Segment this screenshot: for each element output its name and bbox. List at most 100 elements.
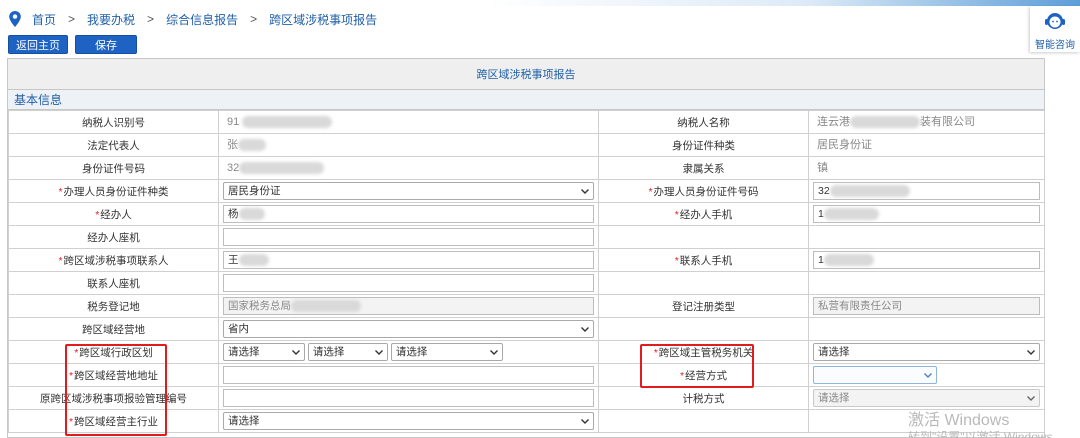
taxpayer-name-label: 纳税人名称: [598, 110, 809, 134]
empty-cell: [598, 271, 809, 295]
handler-label: *经办人: [8, 202, 219, 226]
table-row: 税务登记地 国家税务总局 登记注册类型 私营有限责任公司: [8, 294, 1045, 318]
original-report-number-input[interactable]: [223, 389, 594, 407]
handler-input[interactable]: 杨: [223, 205, 594, 223]
empty-cell: [808, 225, 1045, 249]
empty-cell: [808, 317, 1045, 341]
handler-mobile-input[interactable]: 1: [813, 205, 1040, 223]
handler-landline-input[interactable]: [223, 228, 594, 246]
cross-region-tax-authority-select[interactable]: 请选择: [813, 343, 1040, 361]
tax-method-select[interactable]: 请选择: [813, 389, 1040, 407]
breadcrumb-info-report[interactable]: 综合信息报告: [166, 11, 238, 28]
id-number-value: 32: [218, 156, 599, 180]
registration-type-label: 登记注册类型: [598, 294, 809, 318]
cross-region-address-input[interactable]: [223, 366, 594, 384]
contact-landline-label: 联系人座机: [8, 271, 219, 295]
contact-mobile-label: *联系人手机: [598, 248, 809, 272]
table-row: *经办人 杨 *经办人手机 1: [8, 202, 1045, 226]
taxpayer-name-value: 连云港 装有限公司: [808, 110, 1045, 134]
chevron-down-icon: [581, 419, 589, 424]
handler-landline-label: 经办人座机: [8, 225, 219, 249]
chevron-down-icon: [581, 189, 589, 194]
chevron-down-icon: [1027, 350, 1035, 355]
section-basic-info: 基本信息: [8, 90, 1044, 110]
back-home-button[interactable]: 返回主页: [8, 35, 68, 54]
breadcrumb-current: 跨区域涉税事项报告: [269, 12, 378, 27]
breadcrumb-separator: >: [147, 12, 155, 26]
breadcrumb-tax-services[interactable]: 我要办税: [87, 11, 135, 28]
redacted-blur: [850, 115, 920, 128]
province-select[interactable]: 请选择: [223, 343, 305, 361]
empty-cell: [598, 317, 809, 341]
cross-region-location-label: 跨区域经营地: [8, 317, 219, 341]
affiliation-value: 镇: [808, 156, 1045, 180]
registration-type-value: 私营有限责任公司: [813, 297, 1040, 315]
table-row: 纳税人识别号 91 纳税人名称 连云港 装有限公司: [8, 110, 1045, 134]
table-row: 法定代表人 张 身份证件种类 居民身份证: [8, 133, 1045, 157]
legal-rep-value: 张: [218, 133, 599, 157]
id-type-label: 身份证件种类: [598, 133, 809, 157]
save-button[interactable]: 保存: [75, 35, 137, 54]
red-annotation-box-left: [65, 344, 167, 436]
redacted-blur: [823, 208, 879, 221]
redacted-blur: [829, 185, 910, 198]
contact-landline-input[interactable]: [223, 274, 594, 292]
breadcrumb-separator: >: [68, 12, 76, 26]
chevron-down-icon: [924, 373, 932, 378]
chevron-down-icon: [292, 350, 300, 355]
chevron-down-icon: [581, 327, 589, 332]
windows-activation-watermark: 激活 Windows: [908, 412, 1010, 429]
redacted-blur: [823, 254, 874, 267]
location-pin-icon: [9, 11, 21, 27]
redacted-blur: [291, 300, 361, 313]
handler-mobile-label: *经办人手机: [598, 202, 809, 226]
top-gradient-band: [0, 0, 1080, 6]
smart-consult-widget[interactable]: 智能咨询: [1030, 6, 1080, 52]
table-row: *跨区域涉税事项联系人 王 *联系人手机 1: [8, 248, 1045, 272]
table-row: 经办人座机: [8, 225, 1045, 249]
redacted-blur: [238, 208, 265, 221]
empty-cell: [598, 409, 809, 433]
chevron-down-icon: [489, 350, 498, 355]
table-row: 联系人座机: [8, 271, 1045, 295]
main-industry-select[interactable]: 请选择: [223, 412, 594, 430]
empty-cell: [808, 271, 1045, 295]
table-row: *办理人员身份证件种类 居民身份证 *办理人员身份证件号码 32: [8, 179, 1045, 203]
tax-registration-value: 国家税务总局: [223, 297, 594, 315]
id-type-value: 居民身份证: [808, 133, 1045, 157]
chevron-down-icon: [1027, 396, 1035, 401]
windows-activation-hint: 转到"设置"以激活 Windows。: [908, 430, 1065, 438]
customer-service-icon: [1045, 13, 1065, 29]
redacted-blur: [238, 254, 269, 267]
contact-person-label: *跨区域涉税事项联系人: [8, 248, 219, 272]
handler-id-type-select[interactable]: 居民身份证: [223, 182, 594, 200]
redacted-blur: [239, 161, 325, 174]
redacted-blur: [238, 138, 266, 151]
taxpayer-id-label: 纳税人识别号: [8, 110, 219, 134]
affiliation-label: 隶属关系: [598, 156, 809, 180]
empty-cell: [598, 225, 809, 249]
business-mode-select[interactable]: [813, 366, 937, 384]
redacted-blur: [242, 115, 333, 128]
table-row: 跨区域经营地 省内: [8, 317, 1045, 341]
tax-registration-label: 税务登记地: [8, 294, 219, 318]
form-title: 跨区域涉税事项报告: [8, 59, 1044, 90]
taxpayer-id-value: 91: [218, 110, 599, 134]
table-row: 身份证件号码 32 隶属关系 镇: [8, 156, 1045, 180]
contact-person-input[interactable]: 王: [223, 251, 594, 269]
handler-id-number-input[interactable]: 32: [813, 182, 1040, 200]
chevron-down-icon: [374, 350, 383, 355]
id-number-label: 身份证件号码: [8, 156, 219, 180]
district-select[interactable]: 请选择: [390, 343, 503, 361]
breadcrumb: 首页 > 我要办税 > 综合信息报告 > 跨区域涉税事项报告: [8, 8, 377, 30]
smart-consult-label: 智能咨询: [1035, 40, 1075, 51]
legal-rep-label: 法定代表人: [8, 133, 219, 157]
contact-mobile-input[interactable]: 1: [813, 251, 1040, 269]
breadcrumb-home[interactable]: 首页: [32, 11, 56, 28]
city-select[interactable]: 请选择: [307, 343, 388, 361]
tax-method-label: 计税方式: [598, 386, 809, 410]
breadcrumb-separator: >: [250, 12, 258, 26]
red-annotation-box-right: [640, 344, 754, 388]
cross-region-location-select[interactable]: 省内: [223, 320, 594, 338]
handler-id-type-label: *办理人员身份证件种类: [8, 179, 219, 203]
